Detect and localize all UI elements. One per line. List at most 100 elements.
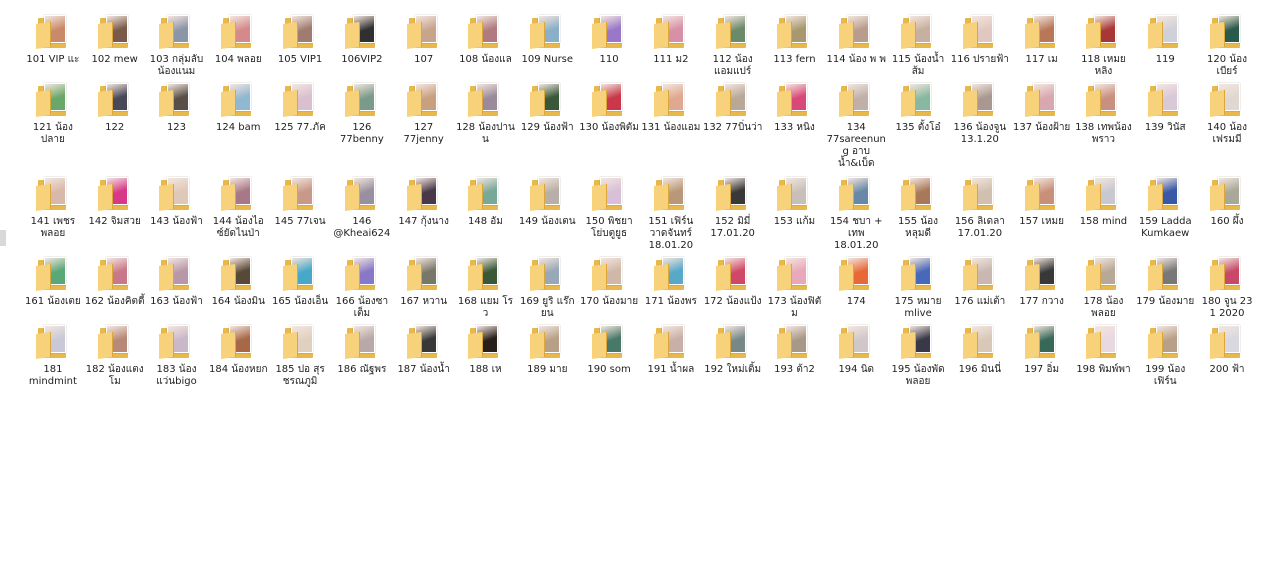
folder-item[interactable]: 107 (393, 12, 455, 80)
folder-item[interactable]: 106VIP2 (331, 12, 393, 80)
folder-item[interactable]: 159 Ladda Kumkaew (1134, 174, 1196, 254)
folder-item[interactable]: 129 น้องฟ้า (516, 80, 578, 174)
folder-item[interactable]: 162 น้องคิตตี้ (84, 254, 146, 322)
folder-item[interactable]: 165 น้องเอ็น (269, 254, 331, 322)
folder-item[interactable]: 157 เหมย (1011, 174, 1073, 254)
folder-item[interactable]: 150 พิชยา โย่บตูยูธ (578, 174, 640, 254)
folder-item[interactable]: 176 แม่เต้า (949, 254, 1011, 322)
folder-item[interactable]: 169 ยูริ แร๊ก ยน (516, 254, 578, 322)
folder-item[interactable]: 156 ลิเดลา 17.01.20 (949, 174, 1011, 254)
folder-item[interactable]: 166 น้องซา เต็ม (331, 254, 393, 322)
folder-item[interactable]: 110 (578, 12, 640, 80)
folder-item[interactable]: 160 ผึ้ง (1196, 174, 1258, 254)
folder-item[interactable]: 191 น้ำผล (640, 322, 702, 390)
folder-item[interactable]: 143 น้องฟ้า (146, 174, 208, 254)
folder-item[interactable]: 168 แยม โร ว (455, 254, 517, 322)
folder-item[interactable]: 183 น้อง แว่นbigo (146, 322, 208, 390)
folder-item[interactable]: 139 วินัส (1134, 80, 1196, 174)
folder-item[interactable]: 186 ณัฐพร (331, 322, 393, 390)
folder-item[interactable]: 124 bam (207, 80, 269, 174)
folder-item[interactable]: 185 ปอ สุรชรณภูมิ (269, 322, 331, 390)
folder-item[interactable]: 132 77บิ่นว่า (702, 80, 764, 174)
folder-item[interactable]: 179 น้องมาย (1134, 254, 1196, 322)
folder-item[interactable]: 164 น้องมิน (207, 254, 269, 322)
folder-item[interactable]: 102 mew (84, 12, 146, 80)
folder-item[interactable]: 152 มิมี่ 17.01.20 (702, 174, 764, 254)
folder-item[interactable]: 155 น้อง หลุมดี (887, 174, 949, 254)
folder-item[interactable]: 148 อัม (455, 174, 517, 254)
folder-item[interactable]: 111 ม2 (640, 12, 702, 80)
folder-item[interactable]: 154 ชบา + เทพ 18.01.20 (825, 174, 887, 254)
folder-item[interactable]: 189 มาย (516, 322, 578, 390)
folder-item[interactable]: 133 หนิง (764, 80, 826, 174)
folder-item[interactable]: 175 หมาย mlive (887, 254, 949, 322)
folder-item[interactable]: 188 เห (455, 322, 517, 390)
folder-item[interactable]: 121 น้อง ปลาย (22, 80, 84, 174)
folder-item[interactable]: 181 mindmint (22, 322, 84, 390)
folder-item[interactable]: 172 น้องแป้ง (702, 254, 764, 322)
folder-item[interactable]: 149 น้องเตน (516, 174, 578, 254)
folder-item[interactable]: 120 น้องเบียร์ (1196, 12, 1258, 80)
folder-item[interactable]: 112 น้อง แอมแปร์ (702, 12, 764, 80)
folder-item[interactable]: 153 แก้ม (764, 174, 826, 254)
folder-item[interactable]: 116 ปรายฟ้า (949, 12, 1011, 80)
folder-item[interactable]: 174 (825, 254, 887, 322)
folder-item[interactable]: 108 น้องแล (455, 12, 517, 80)
folder-item[interactable]: 118 เหมย หลิง (1073, 12, 1135, 80)
folder-item[interactable]: 180 จูน 23 1 2020 (1196, 254, 1258, 322)
folder-item[interactable]: 138 เทพน้อง พราว (1073, 80, 1135, 174)
folder-item[interactable]: 122 (84, 80, 146, 174)
folder-item[interactable]: 173 น้องฟิตัม (764, 254, 826, 322)
folder-item[interactable]: 193 ต้า2 (764, 322, 826, 390)
folder-item[interactable]: 103 กลุ่มลับ น้องแนม (146, 12, 208, 80)
folder-item[interactable]: 131 น้องแอม (640, 80, 702, 174)
folder-item[interactable]: 125 77.ภัค (269, 80, 331, 174)
folder-item[interactable]: 190 som (578, 322, 640, 390)
folder-item[interactable]: 178 น้อง พลอย (1073, 254, 1135, 322)
folder-item[interactable]: 127 77jenny (393, 80, 455, 174)
folder-item[interactable]: 119 (1134, 12, 1196, 80)
folder-item[interactable]: 135 ตั้งโอ๋ (887, 80, 949, 174)
folder-item[interactable]: 197 อิ่ม (1011, 322, 1073, 390)
folder-item[interactable]: 194 นิด (825, 322, 887, 390)
folder-item[interactable]: 142 จิมสวย (84, 174, 146, 254)
folder-item[interactable]: 199 น้อง เฟิร์น (1134, 322, 1196, 390)
folder-item[interactable]: 114 น้อง พ พ (825, 12, 887, 80)
folder-item[interactable]: 182 น้องแตง โม (84, 322, 146, 390)
folder-item[interactable]: 140 น้อง เฟรมมี (1196, 80, 1258, 174)
folder-item[interactable]: 195 น้องพัด พลอย (887, 322, 949, 390)
folder-item[interactable]: 158 mind (1073, 174, 1135, 254)
folder-item[interactable]: 134 77sareenung อาบน้ำ&เบ็ด (825, 80, 887, 174)
folder-item[interactable]: 137 น้องฝ้าย (1011, 80, 1073, 174)
scroll-edge-marker[interactable] (0, 230, 6, 246)
folder-item[interactable]: 115 น้องน้ำ ส้ม (887, 12, 949, 80)
folder-item[interactable]: 187 น้องน้ำ (393, 322, 455, 390)
folder-item[interactable]: 184 น้องหยก (207, 322, 269, 390)
folder-item[interactable]: 146 @Kheai624 (331, 174, 393, 254)
folder-item[interactable]: 144 น้องไอ ซ์ยัดไนป่า (207, 174, 269, 254)
folder-item[interactable]: 145 77เจน (269, 174, 331, 254)
folder-item[interactable]: 141 เพชร พลอย (22, 174, 84, 254)
folder-item[interactable]: 147 กุ้งนาง (393, 174, 455, 254)
folder-item[interactable]: 136 น้องจูน 13.1.20 (949, 80, 1011, 174)
folder-item[interactable]: 151 เฟิร์น วาดจันทร์ 18.01.20 (640, 174, 702, 254)
folder-item[interactable]: 101 VIP แะ (22, 12, 84, 80)
folder-item[interactable]: 117 เม (1011, 12, 1073, 80)
folder-item[interactable]: 161 น้องเตย (22, 254, 84, 322)
folder-item[interactable]: 192 ใหม่เติ้ม (702, 322, 764, 390)
folder-item[interactable]: 113 fern (764, 12, 826, 80)
folder-item[interactable]: 128 น้องปาน น (455, 80, 517, 174)
folder-item[interactable]: 170 น้องมาย (578, 254, 640, 322)
folder-item[interactable]: 177 กวาง (1011, 254, 1073, 322)
folder-item[interactable]: 123 (146, 80, 208, 174)
folder-item[interactable]: 163 น้องฟ้า (146, 254, 208, 322)
folder-item[interactable]: 105 VIP1 (269, 12, 331, 80)
folder-item[interactable]: 200 ฟ้า (1196, 322, 1258, 390)
folder-item[interactable]: 104 พลอย (207, 12, 269, 80)
folder-item[interactable]: 171 น้องพร (640, 254, 702, 322)
folder-item[interactable]: 126 77benny (331, 80, 393, 174)
folder-item[interactable]: 198 พิมพ์พา (1073, 322, 1135, 390)
folder-item[interactable]: 130 น้องพิตัม (578, 80, 640, 174)
folder-item[interactable]: 109 Nurse (516, 12, 578, 80)
folder-item[interactable]: 167 หวาน (393, 254, 455, 322)
